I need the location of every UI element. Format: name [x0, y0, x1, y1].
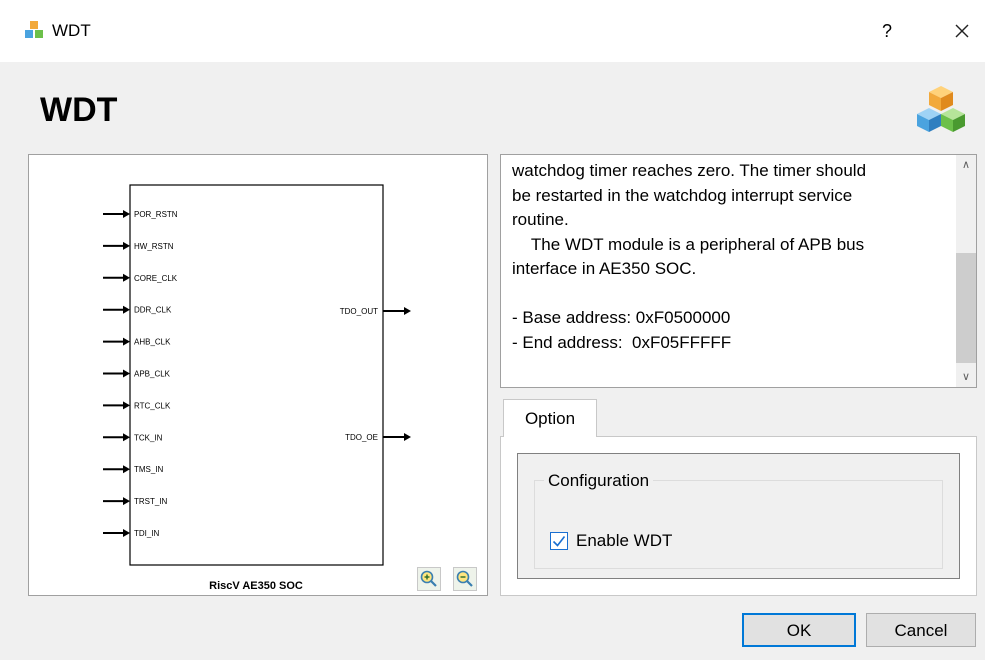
output-pin-label: TDO_OUT: [340, 307, 378, 316]
input-pin-label: APB_CLK: [134, 370, 171, 379]
cancel-button[interactable]: Cancel: [866, 613, 976, 647]
dialog-header: WDT: [0, 62, 985, 148]
output-pin-label: TDO_OE: [345, 433, 378, 442]
input-pin-label: CORE_CLK: [134, 274, 178, 283]
input-pin-label: RTC_CLK: [134, 401, 171, 410]
tab-option[interactable]: Option: [503, 399, 597, 437]
cubes-icon: [917, 86, 965, 132]
help-button[interactable]: ?: [876, 18, 898, 44]
checkmark-icon: [552, 536, 566, 547]
input-pin-label: POR_RSTN: [134, 210, 178, 219]
input-pin-label: TCK_IN: [134, 433, 163, 442]
output-pin-arrow: [404, 433, 411, 441]
block-diagram-panel: POR_RSTN HW_RSTN CORE_CLK DDR_CLK AHB_CLK APB…: [28, 154, 488, 596]
option-tab-panel: Configuration Enable WDT: [500, 436, 977, 596]
input-pin-arrow: [123, 210, 130, 218]
block-diagram: POR_RSTN HW_RSTN CORE_CLK DDR_CLK AHB_CLK APB…: [103, 184, 411, 592]
input-pin-arrow: [123, 305, 130, 314]
input-pin-arrow: [123, 465, 130, 474]
input-pin-arrow: [123, 529, 130, 537]
zoom-out-button[interactable]: [453, 567, 477, 591]
input-pin-arrow: [123, 337, 130, 346]
description-box[interactable]: watchdog timer reaches zero. The timer s…: [500, 154, 977, 388]
input-pin-arrow: [123, 433, 130, 442]
scrollbar-thumb[interactable]: [956, 253, 976, 363]
configuration-frame: Configuration Enable WDT: [517, 453, 960, 579]
enable-wdt-checkbox[interactable]: [550, 532, 568, 550]
zoom-out-icon: [456, 570, 473, 587]
zoom-in-button[interactable]: [417, 567, 441, 591]
input-pin-arrow: [123, 497, 130, 506]
input-pin-label: HW_RSTN: [134, 242, 174, 251]
input-pin-label: AHB_CLK: [134, 338, 171, 347]
diagram-caption: RiscV AE350 SOC: [209, 580, 303, 592]
cubes-icon: [25, 21, 43, 38]
input-pin-label: TDI_IN: [134, 529, 160, 538]
scroll-up-icon[interactable]: ∧: [956, 155, 976, 175]
output-pin-arrow: [404, 307, 411, 315]
close-icon[interactable]: [950, 18, 974, 44]
page-title: WDT: [40, 91, 118, 129]
title-bar: WDT ?: [0, 0, 985, 62]
description-text: watchdog timer reaches zero. The timer s…: [512, 161, 867, 352]
input-pin-arrow: [123, 369, 130, 378]
input-pin-arrow: [123, 241, 130, 250]
configuration-label: Configuration: [544, 470, 654, 492]
configuration-group: [534, 480, 943, 569]
input-pin-label: TRST_IN: [134, 497, 168, 506]
input-pin-label: TMS_IN: [134, 465, 164, 474]
zoom-in-icon: [420, 570, 437, 587]
window-title: WDT: [52, 21, 91, 40]
input-pin-label: DDR_CLK: [134, 306, 172, 315]
input-pin-arrow: [123, 401, 130, 410]
vertical-scrollbar[interactable]: ∧ ∨: [956, 155, 976, 387]
input-pin-arrow: [123, 273, 130, 282]
ok-button[interactable]: OK: [742, 613, 856, 647]
enable-wdt-label[interactable]: Enable WDT: [576, 530, 672, 552]
scroll-down-icon[interactable]: ∨: [956, 367, 976, 387]
